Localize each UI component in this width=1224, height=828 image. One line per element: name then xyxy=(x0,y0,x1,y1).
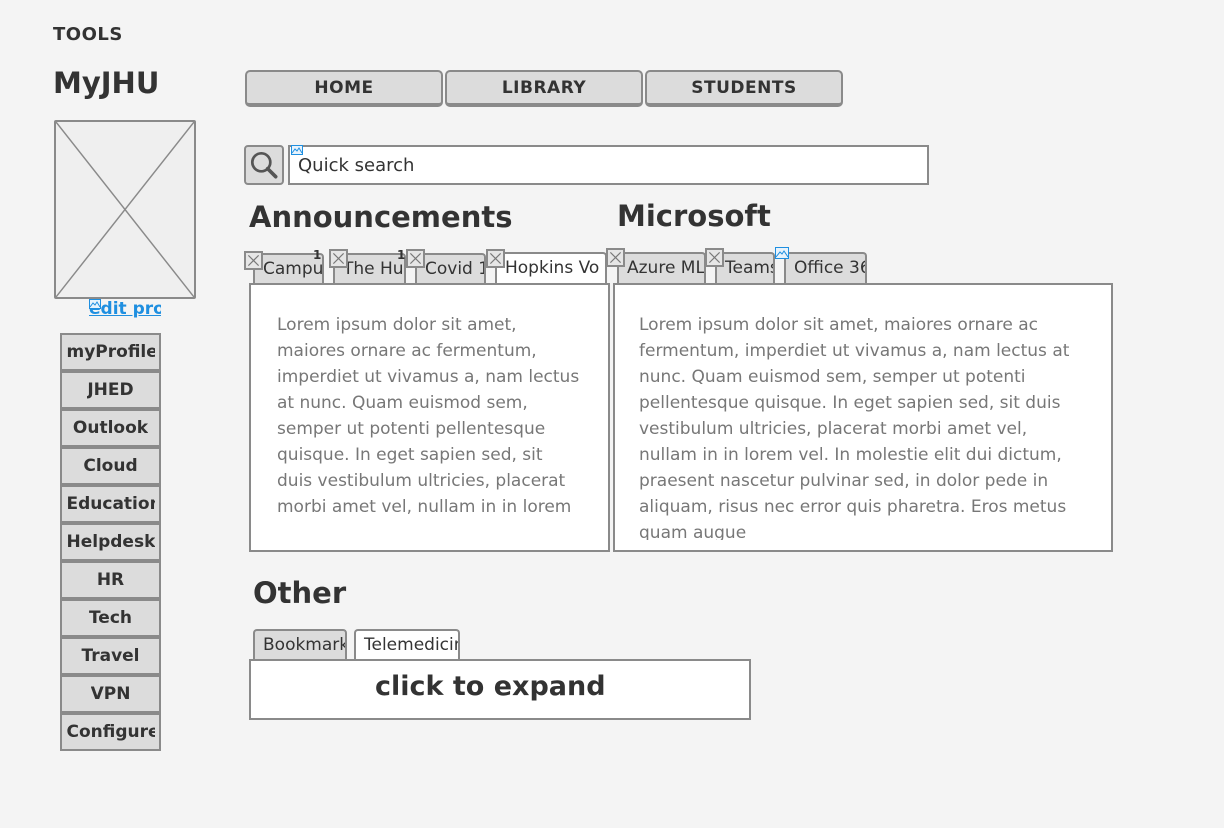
tab-label: Office 365 xyxy=(794,258,865,278)
sidebar-item-education[interactable]: Education xyxy=(60,485,161,523)
nav-students-button[interactable]: STUDENTS xyxy=(645,70,843,107)
sidebar-item-label: Education xyxy=(66,494,155,514)
close-tab-hopkins-vo-icon[interactable] xyxy=(486,249,505,268)
sidebar-item-cloud[interactable]: Cloud xyxy=(60,447,161,485)
sidebar-item-label: Tech xyxy=(88,608,133,628)
announcements-body: Lorem ipsum dolor sit amet, maiores orna… xyxy=(277,315,580,517)
other-title: Other xyxy=(253,576,347,610)
tab-azure-ml[interactable]: Azure ML xyxy=(617,252,706,283)
broken-image-icon xyxy=(291,145,303,155)
close-tab-campus-icon[interactable] xyxy=(244,251,263,270)
sidebar-item-label: Cloud xyxy=(83,456,138,476)
search-button[interactable] xyxy=(244,145,284,185)
sidebar-item-label: Travel xyxy=(81,646,140,666)
nav-library-button[interactable]: LIBRARY xyxy=(445,70,643,107)
tab-label: Bookmarks xyxy=(263,635,345,655)
close-tab-teams-icon[interactable] xyxy=(705,248,724,267)
sidebar-item-hr[interactable]: HR xyxy=(60,561,161,599)
microsoft-title: Microsoft xyxy=(617,199,771,233)
avatar[interactable] xyxy=(54,120,196,299)
notification-badge: 1 xyxy=(313,248,322,262)
sidebar-item-jhed[interactable]: JHED xyxy=(60,371,161,409)
broken-image-icon xyxy=(775,247,789,259)
announcements-panel: Lorem ipsum dolor sit amet, maiores orna… xyxy=(249,283,610,552)
tab-bookmarks[interactable]: Bookmarks xyxy=(253,629,347,660)
tab-office-365[interactable]: Office 365 xyxy=(784,252,867,283)
microsoft-body: Lorem ipsum dolor sit amet, maiores orna… xyxy=(639,315,1070,540)
tab-hopkins-vo[interactable]: Hopkins Vo xyxy=(495,252,607,285)
close-tab-covid-icon[interactable] xyxy=(406,249,425,268)
sidebar-item-label: VPN xyxy=(90,684,131,704)
close-tab-the-hub-icon[interactable] xyxy=(329,249,348,268)
sidebar-item-label: HR xyxy=(96,570,125,590)
tab-label: Covid 19 xyxy=(425,259,484,279)
sidebar-item-label: Helpdesk xyxy=(66,532,155,552)
search-placeholder: Quick search xyxy=(298,155,415,176)
other-panel[interactable]: click to expand xyxy=(249,659,751,720)
tab-label: Campus xyxy=(263,259,324,279)
sidebar-item-label: myProfile xyxy=(66,342,155,362)
tools-label: TOOLS xyxy=(53,24,123,45)
tab-label: Telemedicine xyxy=(364,635,458,655)
search-icon xyxy=(250,151,278,179)
image-placeholder-icon xyxy=(56,122,194,297)
broken-image-icon xyxy=(89,299,101,309)
sidebar-item-outlook[interactable]: Outlook xyxy=(60,409,161,447)
tab-telemedicine[interactable]: Telemedicine xyxy=(354,629,460,661)
tab-covid[interactable]: Covid 19 xyxy=(415,253,486,284)
announcements-title: Announcements xyxy=(249,200,513,234)
expand-label[interactable]: click to expand xyxy=(375,671,606,702)
sidebar-item-tech[interactable]: Tech xyxy=(60,599,161,637)
brand-title: MyJHU xyxy=(53,66,160,100)
tab-label: Hopkins Vo xyxy=(505,258,600,278)
tab-label: Teams xyxy=(725,258,775,278)
search-input[interactable]: Quick search xyxy=(288,145,929,185)
sidebar-item-vpn[interactable]: VPN xyxy=(60,675,161,713)
microsoft-panel: Lorem ipsum dolor sit amet, maiores orna… xyxy=(613,283,1113,552)
close-tab-azure-ml-icon[interactable] xyxy=(606,248,625,267)
tab-label: Azure ML xyxy=(627,258,705,278)
notification-badge: 1 xyxy=(397,248,406,262)
sidebar-item-label: JHED xyxy=(87,380,134,400)
sidebar-item-configure[interactable]: Configure xyxy=(60,713,161,751)
sidebar-item-travel[interactable]: Travel xyxy=(60,637,161,675)
tab-label: The Hub xyxy=(343,259,404,279)
edit-profile-link[interactable]: edit prof xyxy=(89,299,161,319)
tab-teams[interactable]: Teams xyxy=(715,252,775,283)
nav-home-button[interactable]: HOME xyxy=(245,70,443,107)
sidebar-item-label: Outlook xyxy=(72,418,149,438)
sidebar-item-helpdesk[interactable]: Helpdesk xyxy=(60,523,161,561)
sidebar-item-myprofile[interactable]: myProfile xyxy=(60,333,161,371)
sidebar-item-label: Configure xyxy=(66,722,155,742)
